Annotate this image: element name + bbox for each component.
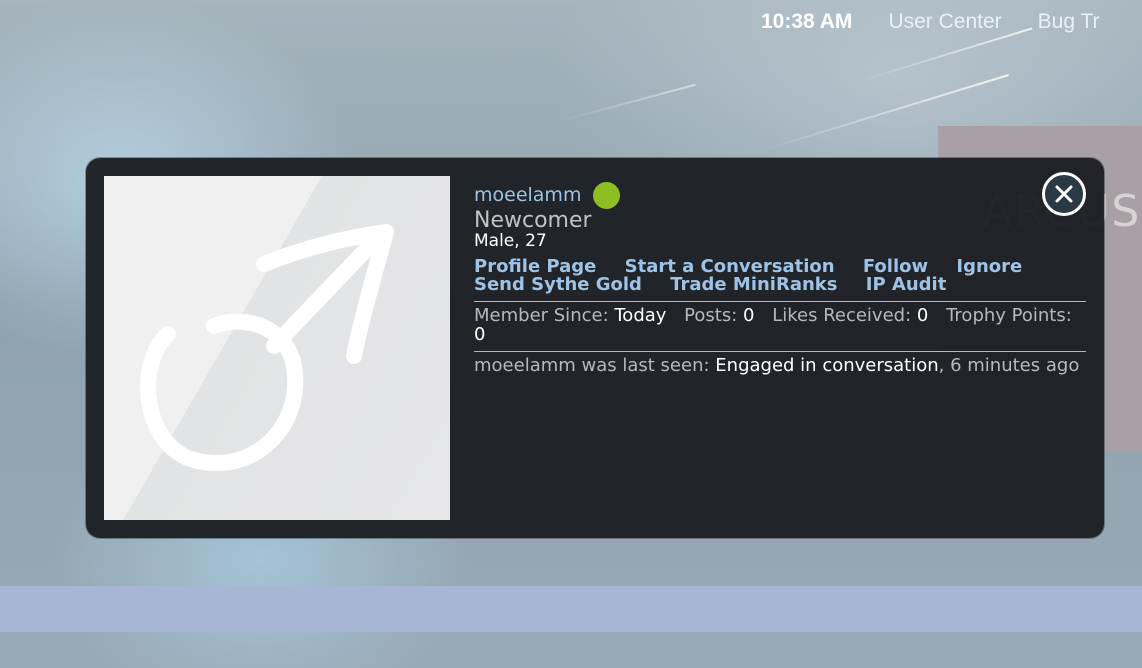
- user-title: Newcomer: [474, 208, 592, 233]
- last-seen-time: , 6 minutes ago: [938, 355, 1080, 376]
- name-row: moeelamm: [474, 180, 1086, 210]
- user-blurb: Male, 27: [474, 231, 547, 251]
- nav-user-center[interactable]: User Center: [888, 10, 1001, 34]
- profile-info: moeelamm Newcomer Male, 27 Profile Page …: [474, 180, 1086, 375]
- likes-label: Likes Received:: [772, 305, 912, 326]
- member-stats: Member Since: Today Posts: 0 Likes Recei…: [474, 306, 1086, 344]
- last-seen-activity: Engaged in conversation: [715, 355, 939, 376]
- top-navigation: 10:38 AM User Center Bug Tr: [761, 10, 1100, 34]
- profile-actions: Profile Page Start a Conversation Follow…: [474, 258, 1086, 294]
- background-band: [0, 586, 1142, 632]
- online-status-icon: [593, 181, 621, 209]
- avatar[interactable]: [104, 176, 450, 520]
- nav-bug-tracker[interactable]: Bug Tr: [1038, 10, 1100, 34]
- ip-audit-link[interactable]: IP Audit: [866, 274, 947, 295]
- member-since-value: Today: [614, 305, 667, 326]
- last-seen: moeelamm was last seen: Engaged in conve…: [474, 356, 1086, 375]
- send-sythe-gold-link[interactable]: Send Sythe Gold: [474, 274, 642, 295]
- posts-label: Posts:: [684, 305, 738, 326]
- last-seen-label: moeelamm was last seen:: [474, 355, 710, 376]
- trade-miniranks-link[interactable]: Trade MiniRanks: [670, 274, 837, 295]
- divider: [474, 301, 1086, 302]
- username-link[interactable]: moeelamm: [474, 184, 581, 206]
- trophy-points-value[interactable]: 0: [474, 324, 485, 345]
- trophy-points-label: Trophy Points:: [946, 305, 1072, 326]
- ignore-link[interactable]: Ignore: [956, 256, 1022, 277]
- clock: 10:38 AM: [761, 10, 853, 33]
- posts-value[interactable]: 0: [743, 305, 754, 326]
- likes-value: 0: [916, 305, 929, 326]
- male-symbol-icon: [140, 224, 394, 471]
- divider: [474, 351, 1086, 352]
- member-since-label: Member Since:: [474, 305, 609, 326]
- member-profile-card: moeelamm Newcomer Male, 27 Profile Page …: [86, 158, 1104, 538]
